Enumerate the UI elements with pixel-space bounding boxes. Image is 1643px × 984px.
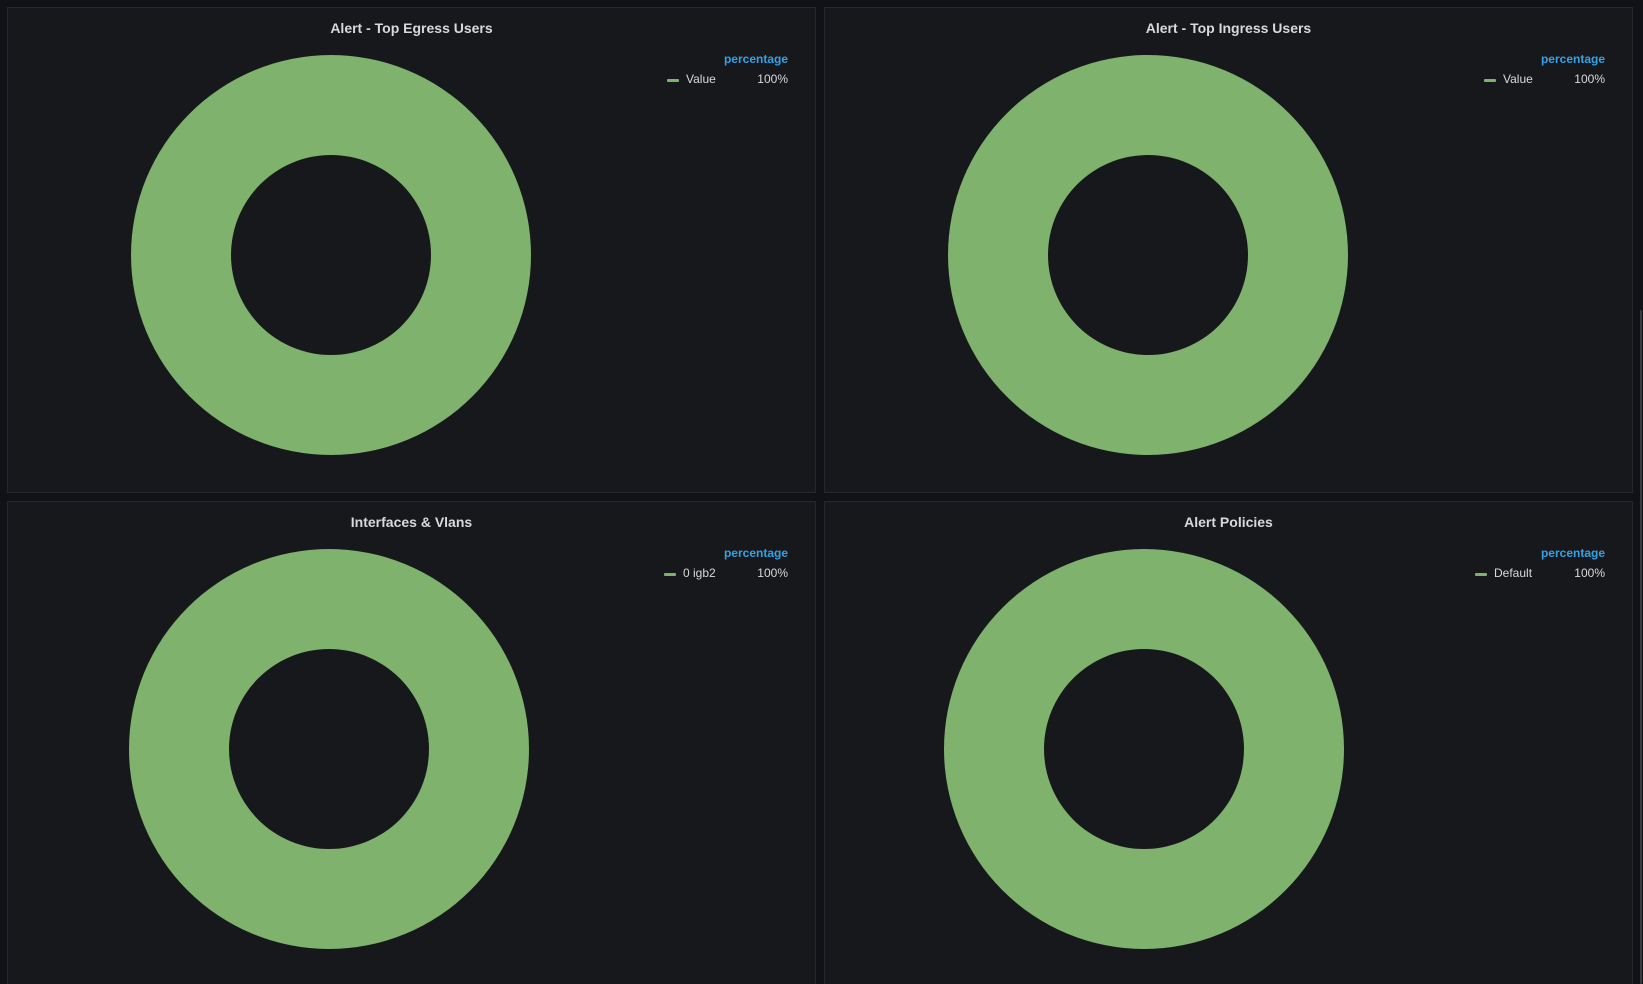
legend-item-value: 100% bbox=[1574, 566, 1605, 580]
panel-title[interactable]: Alert - Top Ingress Users bbox=[825, 20, 1632, 36]
page-scrollbar[interactable] bbox=[1640, 310, 1642, 984]
panel-top-ingress-users: Alert - Top Ingress Users percentage Val… bbox=[824, 7, 1633, 493]
legend-swatch bbox=[664, 573, 676, 576]
legend-item-value: 100% bbox=[757, 566, 788, 580]
panel-interfaces-vlans: Interfaces & Vlans percentage 0 igb2 100… bbox=[7, 501, 816, 984]
donut-chart bbox=[944, 549, 1344, 949]
panel-title[interactable]: Alert Policies bbox=[825, 514, 1632, 530]
legend: percentage 0 igb2 100% bbox=[648, 546, 788, 584]
legend-swatch bbox=[667, 79, 679, 82]
legend-item-value: 100% bbox=[1574, 72, 1605, 86]
donut-chart bbox=[948, 55, 1348, 455]
legend: percentage Default 100% bbox=[1465, 546, 1605, 584]
panel-title[interactable]: Interfaces & Vlans bbox=[8, 514, 815, 530]
legend-item-name: Value bbox=[1503, 72, 1533, 86]
legend-item-value: 100% bbox=[757, 72, 788, 86]
legend-header[interactable]: percentage bbox=[648, 546, 788, 566]
pie-slice[interactable] bbox=[131, 55, 531, 455]
legend-item[interactable]: Value 100% bbox=[1465, 72, 1605, 90]
pie-slice[interactable] bbox=[948, 55, 1348, 455]
legend-item[interactable]: 0 igb2 100% bbox=[648, 566, 788, 584]
legend-item-name: 0 igb2 bbox=[683, 566, 716, 580]
pie-slice[interactable] bbox=[944, 549, 1344, 949]
legend-item[interactable]: Default 100% bbox=[1465, 566, 1605, 584]
legend-header[interactable]: percentage bbox=[648, 52, 788, 72]
legend-header[interactable]: percentage bbox=[1465, 546, 1605, 566]
legend: percentage Value 100% bbox=[648, 52, 788, 90]
donut-chart bbox=[131, 55, 531, 455]
legend-item-name: Default bbox=[1494, 566, 1533, 580]
legend-swatch bbox=[1484, 79, 1496, 82]
pie-slice[interactable] bbox=[129, 549, 529, 949]
dashboard: Alert - Top Egress Users percentage Valu… bbox=[0, 0, 1643, 984]
donut-chart bbox=[129, 549, 529, 949]
legend-swatch bbox=[1475, 573, 1487, 576]
legend-item-name: Value bbox=[686, 72, 716, 86]
legend: percentage Value 100% bbox=[1465, 52, 1605, 90]
panel-title[interactable]: Alert - Top Egress Users bbox=[8, 20, 815, 36]
panel-top-egress-users: Alert - Top Egress Users percentage Valu… bbox=[7, 7, 816, 493]
legend-item[interactable]: Value 100% bbox=[648, 72, 788, 90]
legend-header[interactable]: percentage bbox=[1465, 52, 1605, 72]
panel-alert-policies: Alert Policies percentage Default 100% bbox=[824, 501, 1633, 984]
